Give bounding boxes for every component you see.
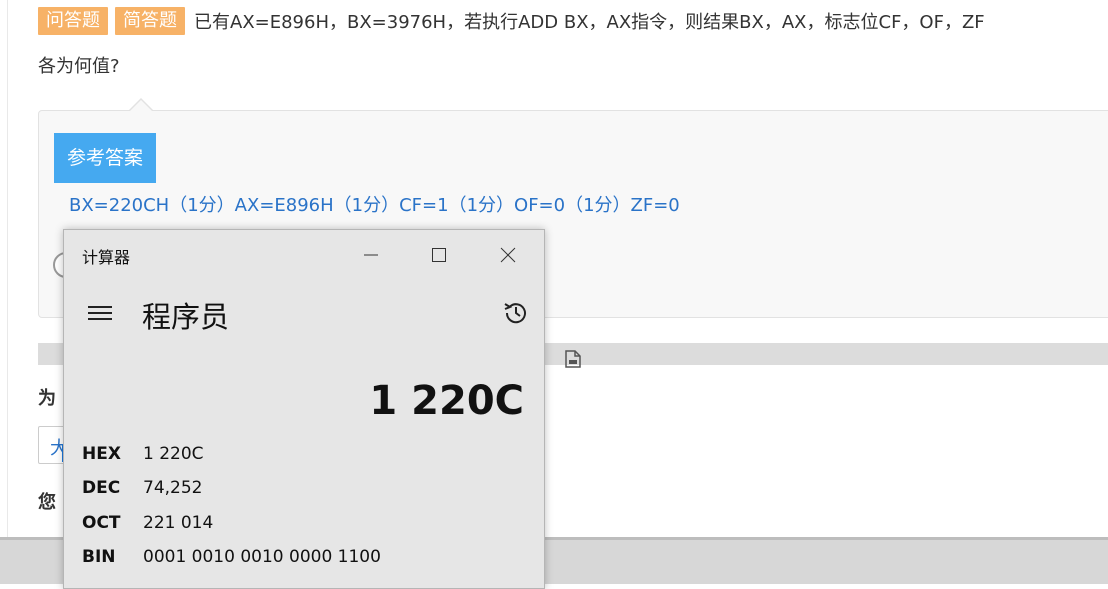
base-value: 0001 0010 0010 0000 1100 [143,547,381,567]
question-header: 问答题 简答题 已有AX=E896H，BX=3976H，若执行ADD BX，AX… [38,6,985,36]
maximize-icon [432,248,446,262]
calculator-window[interactable]: 计算器 程序员 1 220C HEX 1 220C DEC 74,252 OCT… [63,229,545,589]
base-label: DEC [82,478,121,498]
base-label: BIN [82,547,116,567]
question-subtype-tag: 简答题 [115,7,185,35]
minimize-button[interactable] [358,242,384,268]
section-heading: 为 [38,388,56,409]
minimize-icon [364,254,378,256]
history-icon[interactable] [501,298,531,328]
question-text: 已有AX=E896H，BX=3976H，若执行ADD BX，AX指令，则结果BX… [194,12,985,33]
calculator-mode-title: 程序员 [142,300,230,334]
base-value: 221 014 [143,513,214,533]
base-value: 74,252 [143,478,203,498]
base-label: OCT [82,513,121,533]
section-heading-2: 您 [38,492,56,513]
answer-box-pointer-fill [130,100,152,111]
close-button[interactable] [495,242,521,268]
calculator-title: 计算器 [82,248,131,267]
question-type-tag: 问答题 [38,7,108,35]
maximize-button[interactable] [426,242,452,268]
close-icon [500,247,516,263]
page-left-border [7,0,8,540]
base-value: 1 220C [143,444,204,464]
reference-answer-text: BX=220CH（1分）AX=E896H（1分）CF=1（1分）OF=0（1分）… [69,195,680,216]
menu-icon[interactable] [88,306,112,320]
reference-answer-button[interactable]: 参考答案 [54,133,156,183]
document-icon[interactable] [565,350,581,368]
base-label: HEX [82,444,121,464]
question-text-continued: 各为何值? [38,56,120,77]
calculator-display: 1 220C [369,378,524,424]
